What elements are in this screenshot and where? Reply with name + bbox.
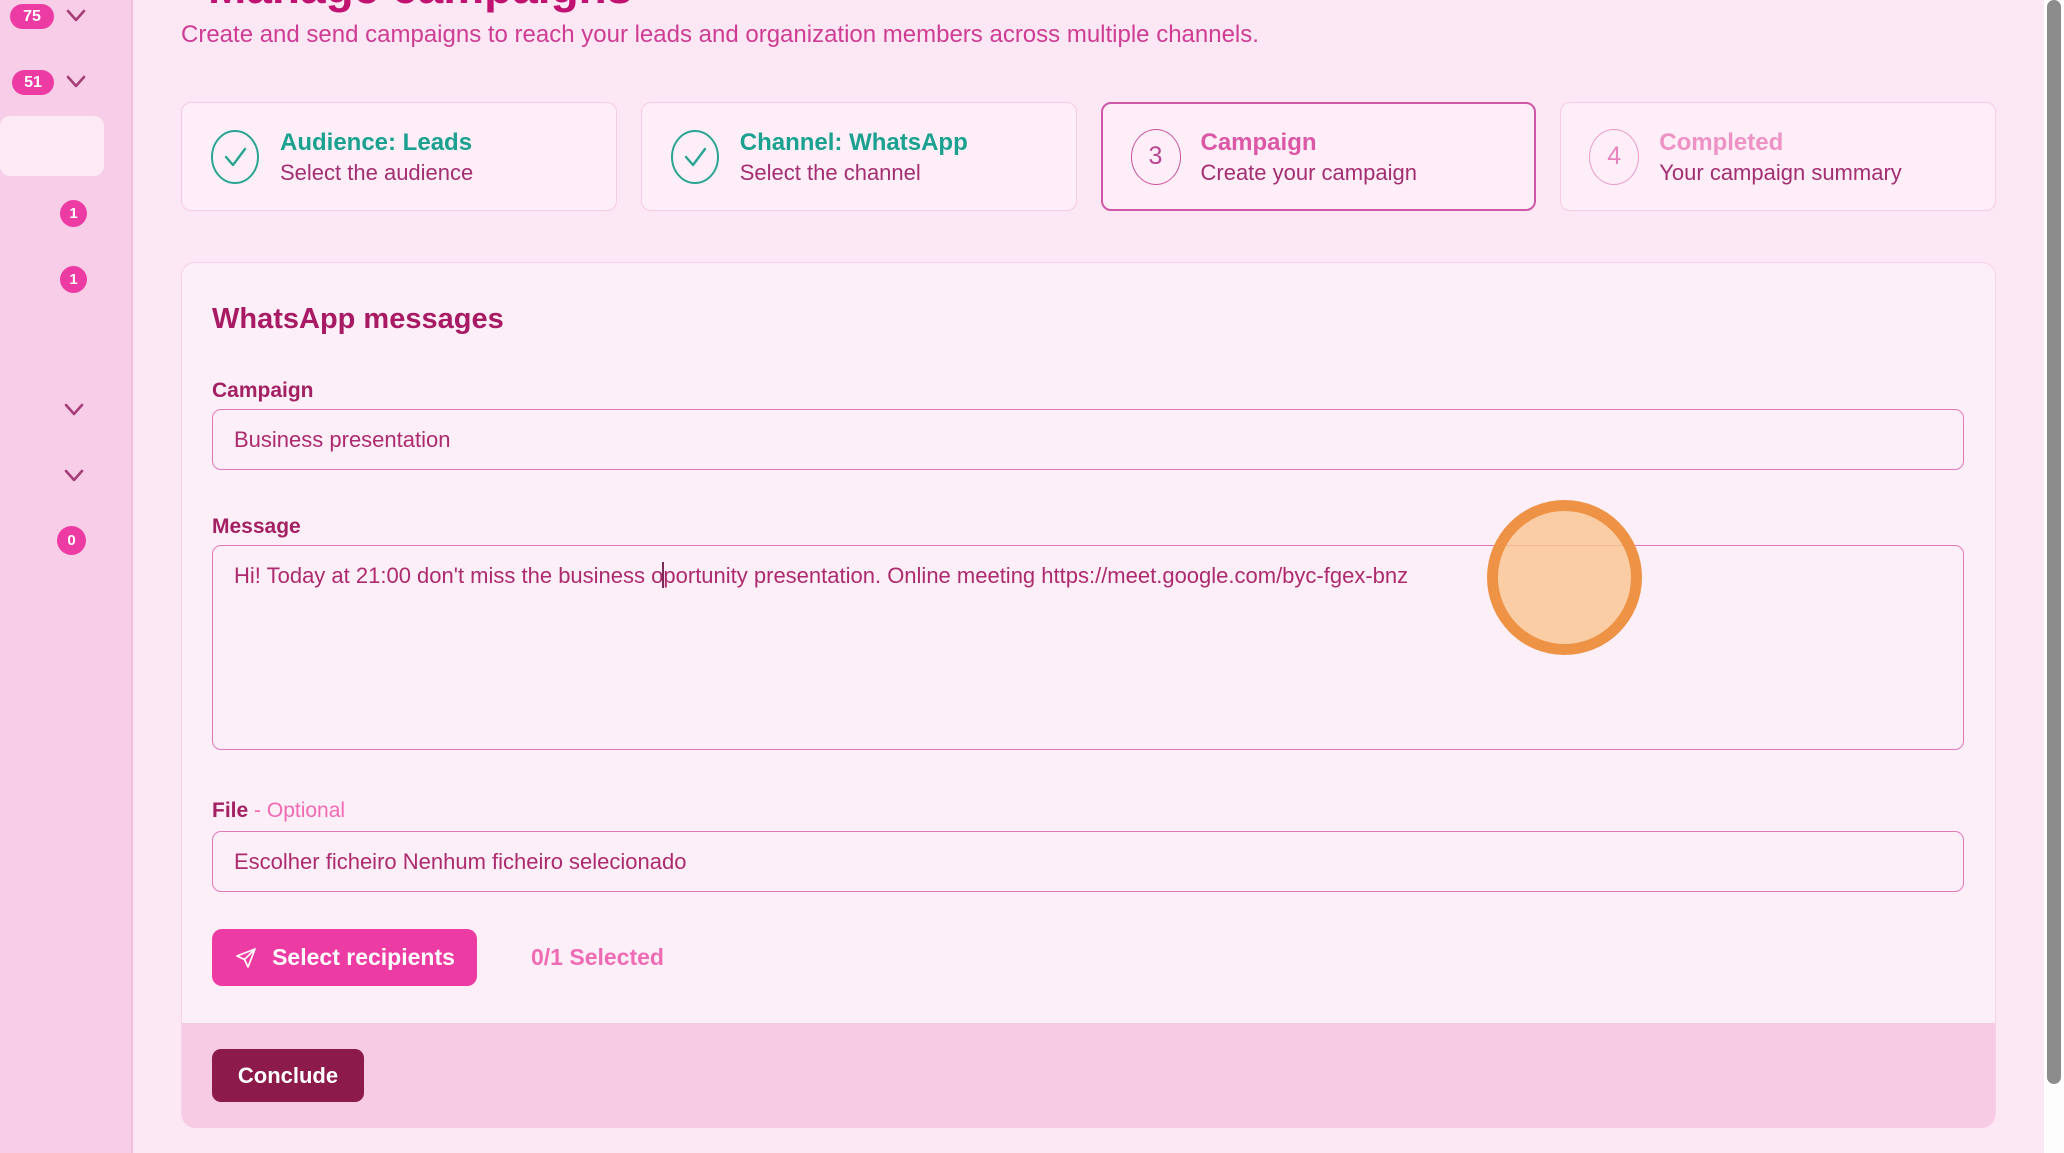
step-campaign[interactable]: 3 Campaign Create your campaign <box>1101 102 1537 211</box>
campaign-label: Campaign <box>212 379 314 403</box>
conclude-button[interactable]: Conclude <box>212 1049 364 1102</box>
message-text-after-caret: portunity presentation. Online meeting h… <box>663 563 1408 588</box>
check-circle-icon <box>670 129 720 185</box>
file-optional-tag: - Optional <box>254 799 345 822</box>
step-subtitle: Your campaign summary <box>1659 159 1902 187</box>
step-subtitle: Select the audience <box>280 159 473 187</box>
click-indicator <box>1487 500 1642 655</box>
step-title: Audience: Leads <box>280 127 473 159</box>
card-footer: Conclude <box>182 1023 1995 1128</box>
campaign-input[interactable]: Business presentation <box>212 409 1964 470</box>
message-textarea[interactable]: Hi! Today at 21:00 don't miss the busine… <box>212 545 1964 750</box>
chevron-down-icon[interactable] <box>64 72 88 92</box>
section-title: WhatsApp messages <box>212 303 504 336</box>
send-plane-icon <box>234 946 258 970</box>
chevron-down-icon[interactable] <box>64 6 88 26</box>
step-number-icon: 4 <box>1589 129 1639 185</box>
step-title: Completed <box>1659 127 1902 159</box>
app-viewport: 75 51 1 1 0 Manage campaigns Create and … <box>0 0 2064 1153</box>
page-subtitle: Create and send campaigns to reach your … <box>181 21 1259 49</box>
sidebar-count-badge[interactable]: 75 <box>10 4 54 29</box>
step-audience[interactable]: Audience: Leads Select the audience <box>181 102 617 211</box>
campaign-stepper: Audience: Leads Select the audience Chan… <box>181 102 1996 211</box>
step-subtitle: Create your campaign <box>1201 159 1417 187</box>
sidebar-count-badge[interactable]: 0 <box>57 526 86 555</box>
chevron-down-icon[interactable] <box>62 466 86 486</box>
file-label: File - Optional <box>212 799 345 823</box>
selected-count-text: 0/1 Selected <box>531 944 664 971</box>
recipients-row: Select recipients 0/1 Selected <box>212 929 664 986</box>
step-title: Channel: WhatsApp <box>740 127 968 159</box>
scrollbar-thumb[interactable] <box>2047 0 2061 1084</box>
sidebar-selected-item[interactable] <box>0 116 104 176</box>
sidebar-count-badge[interactable]: 1 <box>60 200 87 227</box>
message-text-before-caret: Hi! Today at 21:00 don't miss the busine… <box>234 563 663 588</box>
sidebar-count-badge[interactable]: 51 <box>12 70 54 95</box>
check-circle-icon <box>210 129 260 185</box>
message-label: Message <box>212 515 301 539</box>
step-title: Campaign <box>1201 127 1417 159</box>
sidebar-count-badge[interactable]: 1 <box>60 266 87 293</box>
step-channel[interactable]: Channel: WhatsApp Select the channel <box>641 102 1077 211</box>
sidebar: 75 51 1 1 0 <box>0 0 133 1153</box>
file-label-text: File <box>212 799 248 822</box>
file-input[interactable]: Escolher ficheiro Nenhum ficheiro seleci… <box>212 831 1964 892</box>
campaign-input-value: Business presentation <box>234 427 450 453</box>
page-title: Manage campaigns <box>208 0 632 10</box>
step-number-icon: 3 <box>1131 129 1181 185</box>
chevron-down-icon[interactable] <box>62 400 86 420</box>
whatsapp-campaign-card: WhatsApp messages Campaign Business pres… <box>181 262 1996 1127</box>
file-input-value: Escolher ficheiro Nenhum ficheiro seleci… <box>234 849 686 875</box>
scrollbar-track <box>2044 0 2064 1153</box>
select-recipients-button[interactable]: Select recipients <box>212 929 477 986</box>
select-recipients-label: Select recipients <box>272 944 455 971</box>
step-subtitle: Select the channel <box>740 159 968 187</box>
step-completed[interactable]: 4 Completed Your campaign summary <box>1560 102 1996 211</box>
